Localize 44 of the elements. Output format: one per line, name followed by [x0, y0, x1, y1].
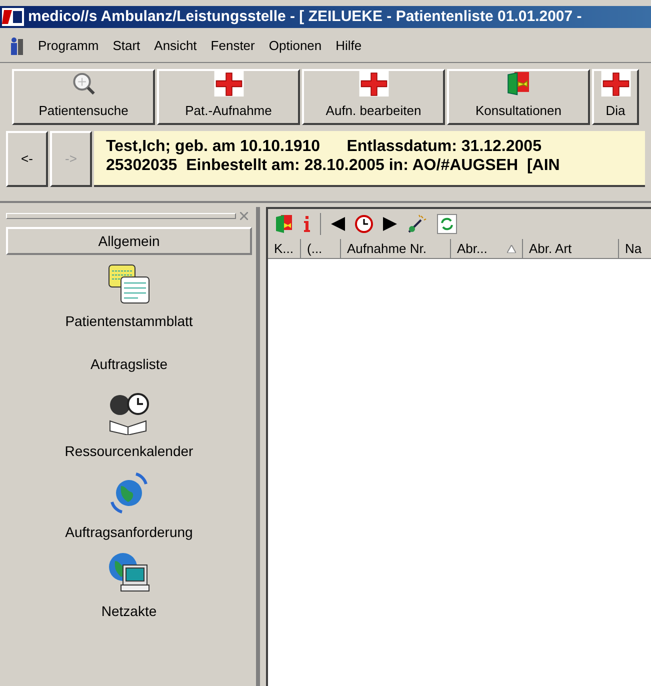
medical-cross-icon	[358, 71, 388, 96]
menu-item[interactable]: Programm	[38, 36, 99, 56]
column-header[interactable]: Abr. Art	[523, 239, 619, 258]
group-header[interactable]: Allgemein	[6, 227, 252, 255]
toolbar-button[interactable]: Patientensuche	[12, 69, 155, 125]
column-header[interactable]: Na	[619, 239, 651, 258]
menu-item[interactable]: Ansicht	[154, 36, 197, 56]
toolbar-button[interactable]: Pat.-Aufnahme	[157, 69, 300, 125]
sort-triangle-icon	[507, 245, 516, 253]
info-icon[interactable]	[304, 216, 310, 232]
right-triangle-icon[interactable]	[383, 217, 397, 231]
documents-icon	[107, 263, 151, 305]
menu-item[interactable]: Fenster	[210, 36, 255, 56]
sidebar-item-label[interactable]: Netzakte	[101, 601, 157, 622]
menu-item[interactable]: Optionen	[268, 36, 322, 56]
clock-icon[interactable]	[355, 215, 373, 233]
medical-cross-icon	[214, 71, 244, 96]
patient-info-text: Test,Ich; geb. am 10.10.1910 Entlassdatum: 31.12.2005	[106, 137, 542, 156]
patient-info-text: 25302035 Einbestellt am: 28.10.2005 in: AO/#AUGSEH [AIN	[106, 156, 561, 175]
menu-item[interactable]: Hilfe	[336, 36, 362, 56]
sidebar-item-label[interactable]: Auftragsliste	[90, 354, 168, 375]
back-button[interactable]: <-	[6, 131, 48, 187]
left-triangle-icon[interactable]	[331, 217, 345, 231]
column-header[interactable]: K...	[268, 239, 301, 258]
magic-wand-icon[interactable]	[407, 214, 427, 234]
sidebar-item-label[interactable]: Ressourcenkalender	[64, 441, 194, 462]
toolbar-button[interactable]: Konsultationen	[447, 69, 590, 125]
people-icon	[10, 37, 24, 55]
app-logo-icon	[2, 8, 24, 26]
column-header[interactable]: Aufnahme Nr.	[341, 239, 451, 258]
door-icon[interactable]	[274, 214, 294, 234]
toolbar-button[interactable]: Aufn. bearbeiten	[302, 69, 445, 125]
column-header[interactable]: (...	[301, 239, 341, 258]
column-header[interactable]: Abr...	[451, 239, 523, 258]
menu-item[interactable]: Start	[112, 36, 140, 56]
medical-cross-icon	[600, 71, 630, 96]
sidebar-item-label[interactable]: Auftragsanforderung	[65, 522, 193, 543]
close-icon[interactable]	[240, 212, 248, 220]
refresh-icon[interactable]	[437, 214, 457, 234]
magnifier-icon	[70, 71, 96, 96]
toolbar-button[interactable]: Dia	[592, 69, 639, 125]
sidebar-item-label[interactable]: Patientenstammblatt	[65, 311, 193, 332]
grip-bar[interactable]	[6, 213, 236, 219]
window-title: medico//s Ambulanz/Leistungsstelle - [ ZEILUEKE - Patientenliste 01.01.2007 -	[28, 6, 582, 27]
